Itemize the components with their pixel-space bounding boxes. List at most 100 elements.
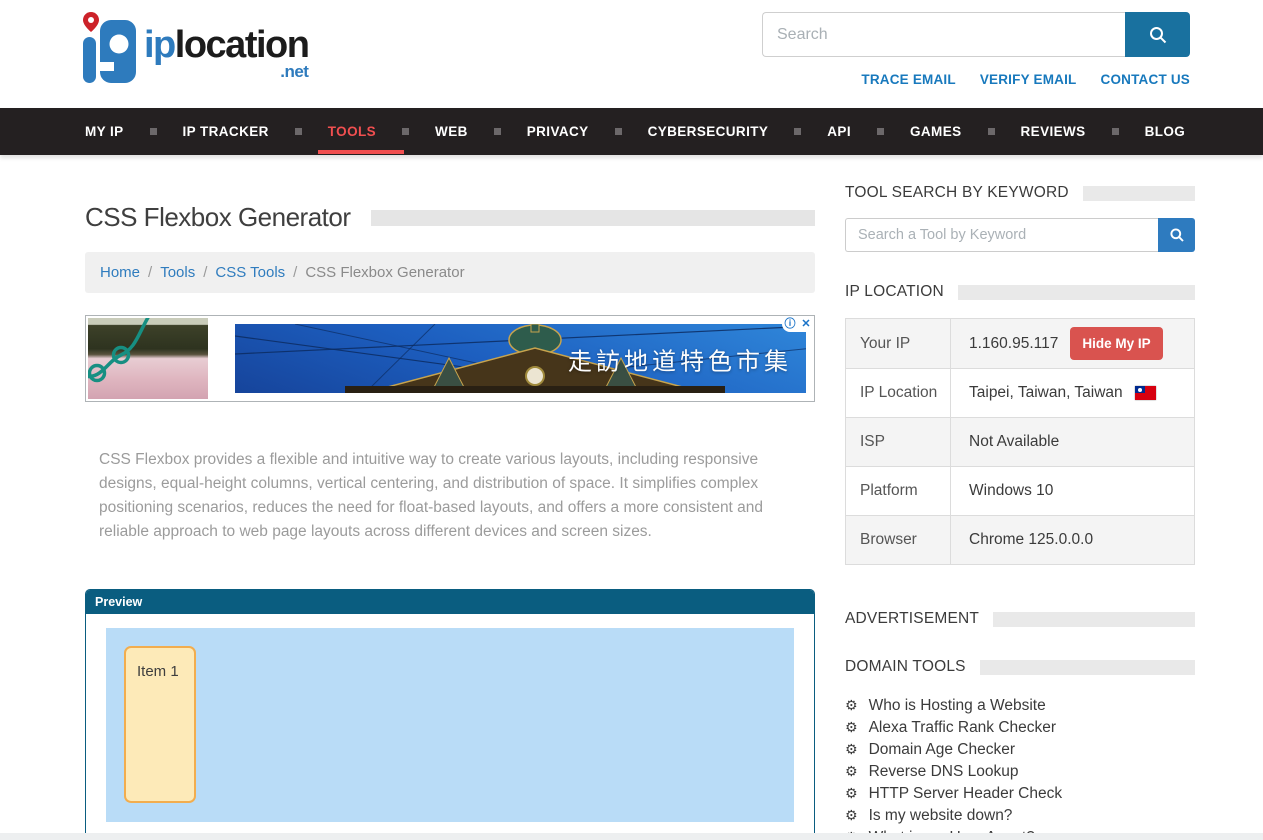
ip-location-table: Your IP 1.160.95.117 Hide My IP IP Locat…	[845, 318, 1195, 565]
ad-left-image	[88, 318, 208, 399]
site-header: iplocation .net TRACE EMAIL VERIFY EMAIL…	[0, 0, 1263, 108]
title-row: CSS Flexbox Generator	[85, 202, 815, 233]
table-row-your-ip: Your IP 1.160.95.117 Hide My IP	[846, 319, 1194, 368]
header-right: TRACE EMAIL VERIFY EMAIL CONTACT US	[762, 12, 1190, 87]
domain-tool-domain-age[interactable]: ⚙Domain Age Checker	[845, 739, 1195, 761]
gear-icon: ⚙	[845, 765, 858, 779]
row-label: Browser	[846, 516, 951, 564]
nav-item-games[interactable]: GAMES	[910, 109, 962, 154]
row-value: Not Available	[951, 425, 1194, 459]
header-search-input[interactable]	[762, 12, 1125, 57]
ad-info-icon[interactable]: ⓘ	[782, 316, 798, 332]
nav-separator	[402, 128, 409, 135]
row-value: 1.160.95.117 Hide My IP	[951, 319, 1194, 368]
table-row-browser: Browser Chrome 125.0.0.0	[846, 515, 1194, 564]
domain-tool-http-header[interactable]: ⚙HTTP Server Header Check	[845, 783, 1195, 805]
taiwan-flag-icon	[1135, 386, 1156, 400]
main-column: CSS Flexbox Generator Home / Tools / CSS Too…	[85, 155, 815, 840]
table-row-isp: ISP Not Available	[846, 417, 1194, 466]
nav-separator	[295, 128, 302, 135]
title-decoration-bar	[371, 210, 815, 226]
advertisement-heading: ADVERTISEMENT	[845, 610, 1195, 628]
breadcrumb-home-link[interactable]: Home	[100, 264, 140, 281]
heading-decoration-bar	[958, 285, 1195, 300]
main-nav: MY IP IP TRACKER TOOLS WEB PRIVACY CYBER…	[0, 108, 1263, 155]
heading-decoration-bar	[993, 612, 1195, 627]
ad-close-icon[interactable]: ✕	[798, 316, 814, 332]
ad-banner[interactable]: 走訪地道特色市集 ⓘ ✕	[85, 315, 815, 402]
row-label: ISP	[846, 418, 951, 466]
gear-icon: ⚙	[845, 787, 858, 801]
tool-search	[845, 218, 1195, 252]
table-row-platform: Platform Windows 10	[846, 466, 1194, 515]
nav-item-tools[interactable]: TOOLS	[328, 109, 376, 154]
flex-preview-container: Item 1	[106, 628, 794, 822]
domain-tool-website-down[interactable]: ⚙Is my website down?	[845, 805, 1195, 827]
sidebar: TOOL SEARCH BY KEYWORD IP LOCATION Your …	[845, 155, 1195, 840]
breadcrumb-current: CSS Flexbox Generator	[305, 264, 464, 281]
gear-icon: ⚙	[845, 721, 858, 735]
nav-item-reviews[interactable]: REVIEWS	[1021, 109, 1086, 154]
search-icon	[1148, 25, 1168, 45]
nav-item-my-ip[interactable]: MY IP	[85, 109, 124, 154]
site-logo[interactable]: iplocation .net	[78, 10, 308, 84]
nav-item-blog[interactable]: BLOG	[1145, 109, 1186, 154]
domain-tool-hosting[interactable]: ⚙Who is Hosting a Website	[845, 695, 1195, 717]
breadcrumb-css-tools-link[interactable]: CSS Tools	[215, 264, 285, 281]
intro-paragraph: CSS Flexbox provides a flexible and intu…	[85, 448, 815, 544]
footer-strip	[0, 833, 1263, 840]
ip-location-value: Taipei, Taiwan, Taiwan	[969, 384, 1123, 402]
row-label: IP Location	[846, 369, 951, 417]
gear-icon: ⚙	[845, 743, 858, 757]
table-row-ip-location: IP Location Taipei, Taiwan, Taiwan	[846, 368, 1194, 417]
row-value: Windows 10	[951, 474, 1194, 508]
header-links: TRACE EMAIL VERIFY EMAIL CONTACT US	[762, 72, 1190, 87]
header-search	[762, 12, 1190, 57]
preview-panel-body: Item 1	[86, 614, 814, 838]
heading-decoration-bar	[980, 660, 1195, 675]
preview-panel-header: Preview	[86, 590, 814, 614]
nav-separator	[988, 128, 995, 135]
breadcrumb-tools-link[interactable]: Tools	[160, 264, 195, 281]
logo-mark-icon	[78, 10, 140, 84]
gear-icon: ⚙	[845, 699, 858, 713]
page: iplocation .net TRACE EMAIL VERIFY EMAIL…	[0, 0, 1263, 840]
tool-search-input[interactable]	[845, 218, 1158, 252]
contact-us-link[interactable]: CONTACT US	[1101, 72, 1191, 87]
heading-decoration-bar	[1083, 186, 1195, 201]
row-value: Taipei, Taiwan, Taiwan	[951, 376, 1194, 410]
domain-tool-reverse-dns[interactable]: ⚙Reverse DNS Lookup	[845, 761, 1195, 783]
nav-item-cybersecurity[interactable]: CYBERSECURITY	[648, 109, 769, 154]
row-value: Chrome 125.0.0.0	[951, 523, 1194, 557]
breadcrumb-separator: /	[293, 264, 297, 281]
preview-panel: Preview Item 1	[85, 589, 815, 839]
nav-separator	[877, 128, 884, 135]
search-icon	[1169, 227, 1185, 243]
breadcrumb: Home/Tools/CSS Tools/CSS Flexbox Generat…	[85, 252, 815, 293]
nav-separator	[1112, 128, 1119, 135]
nav-item-api[interactable]: API	[827, 109, 851, 154]
nav-item-privacy[interactable]: PRIVACY	[527, 109, 589, 154]
ip-location-heading: IP LOCATION	[845, 283, 1195, 301]
flex-preview-item-1[interactable]: Item 1	[124, 646, 196, 803]
nav-item-web[interactable]: WEB	[435, 109, 468, 154]
verify-email-link[interactable]: VERIFY EMAIL	[980, 72, 1077, 87]
domain-tool-alexa-rank[interactable]: ⚙Alexa Traffic Rank Checker	[845, 717, 1195, 739]
row-label: Your IP	[846, 319, 951, 368]
nav-item-ip-tracker[interactable]: IP TRACKER	[183, 109, 269, 154]
nav-separator	[615, 128, 622, 135]
domain-tools-list: ⚙Who is Hosting a Website ⚙Alexa Traffic…	[845, 695, 1195, 840]
nav-separator	[150, 128, 157, 135]
domain-tools-heading: DOMAIN TOOLS	[845, 658, 1195, 676]
content: CSS Flexbox Generator Home / Tools / CSS Too…	[0, 155, 1263, 840]
ad-headline: 走訪地道特色市集	[568, 341, 792, 376]
trace-email-link[interactable]: TRACE EMAIL	[861, 72, 955, 87]
hide-my-ip-button[interactable]: Hide My IP	[1070, 327, 1162, 360]
ad-main-image: 走訪地道特色市集	[235, 324, 806, 393]
breadcrumb-separator: /	[203, 264, 207, 281]
tool-search-button[interactable]	[1158, 218, 1195, 252]
header-search-button[interactable]	[1125, 12, 1190, 57]
logo-wordmark: iplocation	[144, 26, 308, 64]
ad-choices: ⓘ ✕	[782, 316, 814, 332]
your-ip-value: 1.160.95.117	[969, 335, 1058, 353]
